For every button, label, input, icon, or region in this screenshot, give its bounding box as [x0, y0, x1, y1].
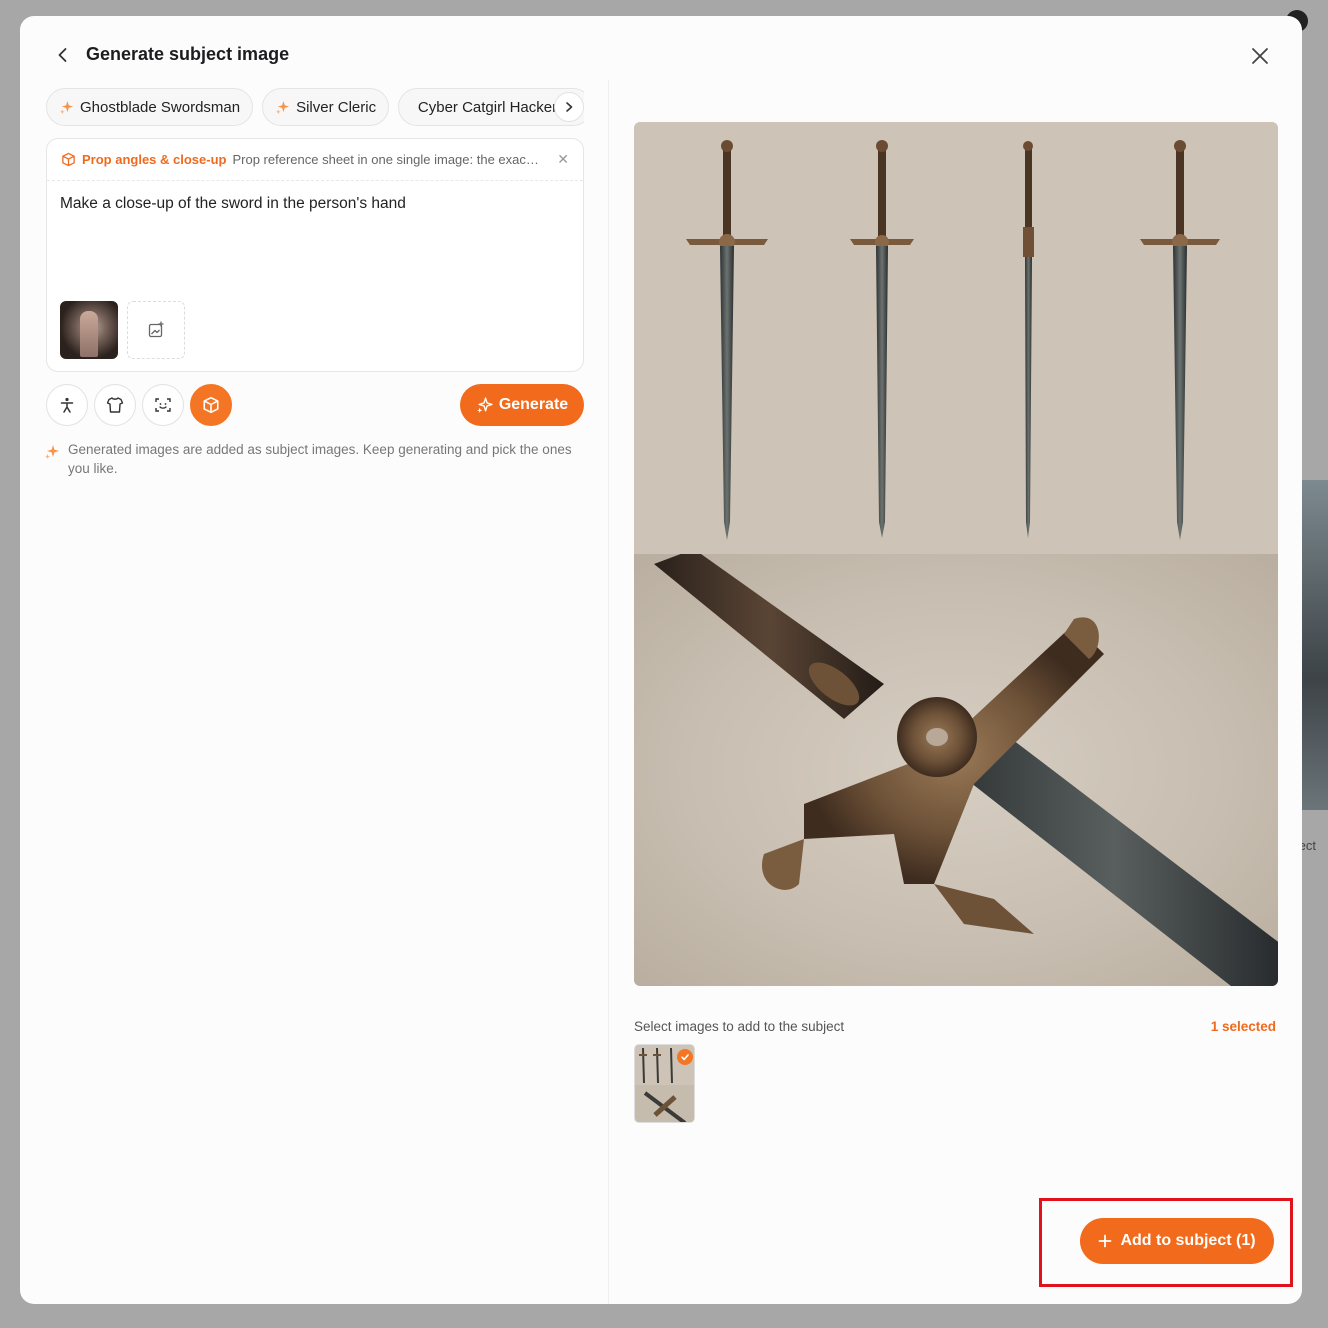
- close-button[interactable]: [1246, 42, 1274, 70]
- chip-scroll-next-button[interactable]: [554, 92, 584, 122]
- subject-chip-label: Ghostblade Swordsman: [80, 98, 241, 116]
- cube-icon: [62, 152, 75, 167]
- sparkle-icon: [476, 396, 493, 413]
- back-button[interactable]: [50, 42, 76, 68]
- sparkle-icon: [45, 445, 59, 459]
- hint-text-row: Generated images are added as subject im…: [44, 440, 584, 478]
- pose-tool-button[interactable]: [46, 384, 88, 426]
- selectable-image-thumbnail[interactable]: [634, 1044, 695, 1123]
- generate-subject-modal: Generate subject image Ghostblade Swords…: [20, 16, 1302, 1304]
- template-tag: Prop angles & close-up Prop reference sh…: [47, 139, 583, 181]
- subject-chip-row: Ghostblade Swordsman Silver Cleric Cyber…: [46, 88, 584, 126]
- sword-angles-view: [634, 122, 1278, 554]
- generated-image-preview[interactable]: [634, 122, 1278, 986]
- prop-tool-button[interactable]: [190, 384, 232, 426]
- subject-chip-label: Cyber Catgirl Hacker: [417, 98, 558, 116]
- page-title: Generate subject image: [86, 44, 290, 64]
- sword-angles-image: [686, 140, 1220, 540]
- face-scan-tool-button[interactable]: [142, 384, 184, 426]
- face-scan-icon: [155, 398, 171, 412]
- outfit-icon: [106, 397, 124, 413]
- sword-closeup-image: [654, 554, 1278, 986]
- close-icon: [1252, 48, 1268, 64]
- sparkle-icon: [59, 100, 74, 114]
- panel-divider: [608, 80, 609, 1304]
- chevron-left-icon: [58, 48, 67, 62]
- sparkle-icon: [276, 100, 290, 114]
- highlight-box: [1039, 1198, 1293, 1287]
- selection-count: 1 selected: [1210, 1019, 1276, 1034]
- prompt-box: Prop angles & close-up Prop reference sh…: [46, 138, 584, 372]
- reference-image-thumbnail[interactable]: [60, 301, 118, 359]
- generate-button[interactable]: Generate: [460, 384, 584, 426]
- template-remove-button[interactable]: ✕: [557, 151, 569, 168]
- hint-text: Generated images are added as subject im…: [68, 442, 572, 476]
- reference-figure: [80, 311, 98, 357]
- image-add-icon: [148, 321, 164, 338]
- prop-box-icon: [203, 396, 219, 414]
- generate-label: Generate: [498, 396, 569, 413]
- subject-chip[interactable]: Ghostblade Swordsman: [46, 88, 254, 126]
- sparkle-icon: [411, 106, 412, 108]
- check-icon: [681, 1054, 689, 1061]
- template-name: Prop angles & close-up: [82, 152, 227, 167]
- subject-chip[interactable]: Silver Cleric: [262, 88, 390, 126]
- subject-chip-label: Silver Cleric: [296, 98, 377, 116]
- chevron-right-icon: [566, 102, 573, 112]
- pose-icon: [60, 397, 74, 413]
- outfit-tool-button[interactable]: [94, 384, 136, 426]
- prompt-input[interactable]: Make a close-up of the sword in the pers…: [60, 195, 406, 213]
- modal-header: Generate subject image: [20, 16, 1302, 92]
- selection-label: Select images to add to the subject: [634, 1019, 845, 1034]
- selected-check: [677, 1049, 693, 1065]
- add-image-button[interactable]: [127, 301, 185, 359]
- sword-closeup-view: [634, 554, 1278, 986]
- background-card: [1298, 480, 1328, 810]
- template-description: Prop reference sheet in one single image…: [232, 152, 542, 167]
